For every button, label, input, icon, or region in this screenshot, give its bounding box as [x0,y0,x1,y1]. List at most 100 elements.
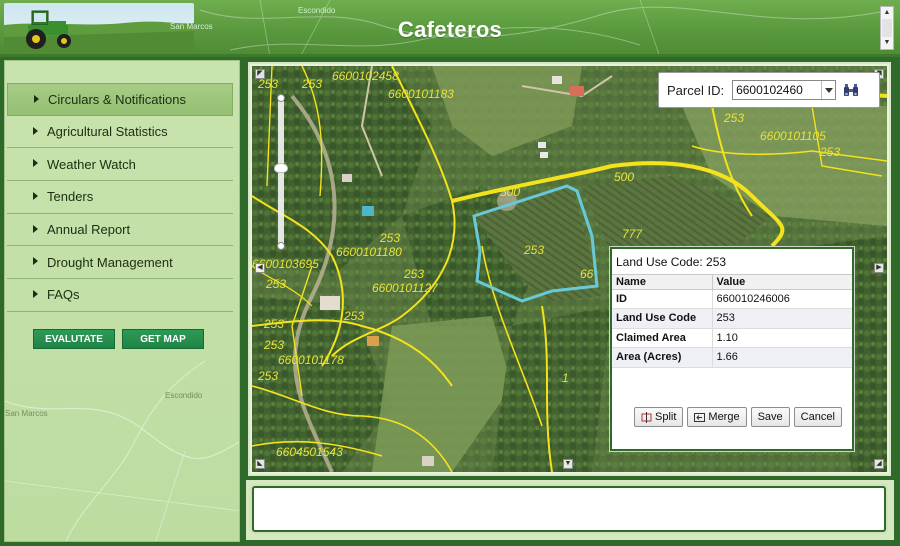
sidebar-item-drought-management[interactable]: Drought Management [7,246,233,280]
cancel-button[interactable]: Cancel [793,407,842,427]
map-label: 253 [257,369,278,383]
save-button[interactable]: Save [750,407,790,427]
map-label: 6600102458 [332,69,399,83]
attribute-name: ID [612,289,713,309]
scroll-down-icon[interactable]: ▼ [881,37,893,49]
parcel-id-select[interactable]: 6600102460 [732,80,837,100]
merge-icon [694,412,706,422]
merge-label: Merge [708,411,740,423]
app-header: San Marcos Escondido Cafeteros ▲ ▼ [0,0,900,57]
sidebar-item-circulars[interactable]: Circulars & Notifications [7,83,233,116]
map-label: 777 [622,227,643,241]
popup-title: Land Use Code: 253 [612,249,852,275]
map-label: 6600101105 [760,129,826,143]
table-row: Land Use Code 253 [612,308,852,329]
pan-northwest-icon[interactable]: ◤ [255,69,265,79]
map-view[interactable]: 253 6600102458 6600101183 253 253 660010… [252,66,887,472]
sidebar-item-label: Circulars & Notifications [48,91,186,107]
split-label: Split [655,411,677,423]
map-label: 253 [301,77,322,91]
map-label: 6600101127 [372,281,439,295]
map-label: 253 [379,231,400,245]
get-map-button[interactable]: GET MAP [122,329,204,349]
split-button[interactable]: Split [634,407,684,427]
sidebar-item-faqs[interactable]: FAQs [7,279,233,312]
parcel-info-popup: Land Use Code: 253 Name Value ID 6600102… [610,247,854,451]
caret-right-icon [33,126,38,135]
sidebar-item-annual-report[interactable]: Annual Report [7,214,233,247]
pan-southwest-icon[interactable]: ◣ [255,459,265,469]
parcel-id-value: 6600102460 [736,83,803,97]
map-label: 253 [723,111,744,125]
page-title: Cafeteros [397,17,503,42]
caret-right-icon [34,95,39,103]
column-header: Value [712,275,852,290]
map-label: 1 [562,371,569,385]
zoom-out-icon[interactable] [277,242,285,250]
header-place-label: Escondido [298,6,336,15]
sidebar: Circulars & Notifications Agricultural S… [4,60,240,542]
parcel-attributes-table: Name Value ID 660010246006 Land Use Code… [612,275,852,368]
binoculars-icon[interactable] [843,83,859,97]
pan-southeast-icon[interactable]: ◢ [874,459,884,469]
sidebar-item-label: Annual Report [47,222,131,238]
sidebar-item-label: Drought Management [47,254,173,270]
sidebar-item-label: Weather Watch [47,156,136,172]
map-label: 6600101178 [278,353,344,367]
caret-right-icon [33,257,38,266]
split-icon [641,411,652,423]
map-label: 253 [819,145,840,159]
sidebar-place-label: San Marcos [5,409,48,418]
map-label: 253 [343,309,364,323]
sidebar-map-texture [5,361,239,541]
attribute-value: 660010246006 [712,289,852,309]
parcel-id-label: Parcel ID: [667,82,725,98]
evaluate-button[interactable]: EVALUTATE [33,329,115,349]
map-label: 253 [265,277,286,291]
table-row: Claimed Area 1.10 [612,328,852,348]
caret-right-icon [33,192,38,201]
sidebar-item-agricultural-statistics[interactable]: Agricultural Statistics [7,116,233,149]
table-row: ID 660010246006 [612,289,852,309]
pan-west-icon[interactable]: ◀ [255,263,265,273]
sidebar-item-label: FAQs [47,287,80,303]
merge-button[interactable]: Merge [687,407,747,427]
attribute-value: 1.66 [712,347,852,368]
chevron-down-icon[interactable] [821,81,835,99]
map-label: 6600101180 [336,245,402,259]
table-row: Area (Acres) 1.66 [612,347,852,368]
header-scrollbar[interactable]: ▲ ▼ [880,6,894,50]
attribute-name: Land Use Code [612,308,713,329]
map-label: 500 [614,170,634,184]
parcel-search-box: Parcel ID: 6600102460 [658,72,880,108]
map-label: 66 [580,267,594,281]
caret-right-icon [33,159,38,168]
attribute-name: Area (Acres) [612,347,713,368]
sidebar-actions: EVALUTATE GET MAP [33,329,204,349]
attribute-name: Claimed Area [612,328,713,348]
bottom-panel [252,486,886,532]
sidebar-place-label: Escondido [165,391,203,400]
sidebar-item-tenders[interactable]: Tenders [7,181,233,214]
zoom-slider-handle[interactable] [274,163,288,173]
map-label: 253 [257,77,278,91]
map-label: 253 [263,338,284,352]
map-label: 6604501543 [276,445,343,459]
map-label: 6600101183 [388,87,454,101]
attribute-value: 253 [712,308,852,329]
map-label: 253 [523,243,544,257]
sidebar-item-weather-watch[interactable]: Weather Watch [7,148,233,182]
pan-south-icon[interactable]: ▼ [563,459,573,469]
scroll-up-icon[interactable]: ▲ [881,7,893,19]
map-label: 500 [500,185,520,199]
pan-east-icon[interactable]: ▶ [874,263,884,273]
sidebar-item-label: Tenders [47,189,94,205]
column-header: Name [612,275,713,290]
table-header-row: Name Value [612,275,852,290]
scroll-track[interactable] [882,19,892,37]
map-label: 253 [403,267,424,281]
attribute-value: 1.10 [712,328,852,348]
map-label: 253 [263,317,284,331]
popup-actions: Split Merge Save Cancel [634,407,842,427]
zoom-in-icon[interactable] [277,94,285,102]
